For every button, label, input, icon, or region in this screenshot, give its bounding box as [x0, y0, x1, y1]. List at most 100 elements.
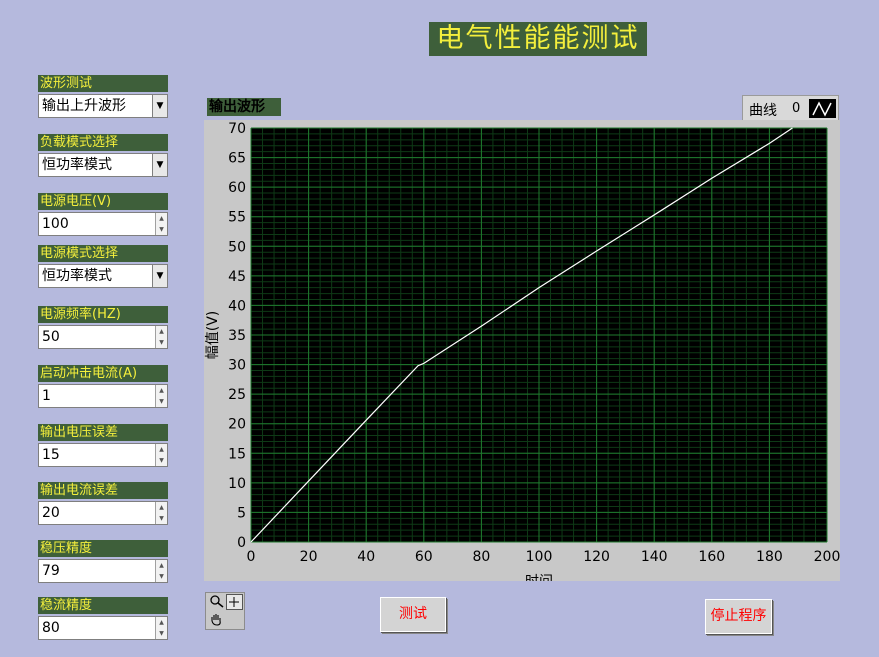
zoom-icon[interactable]	[208, 594, 225, 610]
stop-program-button[interactable]: 停止程序	[705, 599, 772, 634]
control-label: 电源频率(HZ)	[38, 306, 168, 323]
y-tick-label: 25	[228, 387, 246, 403]
control-value: 80	[42, 620, 60, 636]
control-1: 负载模式选择恒功率模式 ▼	[38, 134, 168, 177]
x-tick-label: 140	[641, 549, 668, 565]
control-label: 启动冲击电流(A)	[38, 365, 168, 382]
x-tick-label: 180	[756, 549, 783, 565]
waveform-graph[interactable]: 0 20 40 60 80 100 120 140 160 180 200 0 5 10 15 20 25 30 3…	[204, 120, 840, 581]
hand-icon[interactable]	[208, 612, 225, 628]
increment-decrement-spinner[interactable]: ▲ ▼	[155, 560, 167, 582]
control-6: 输出电压误差 15 ▲ ▼	[38, 424, 168, 467]
decrement-arrow-icon[interactable]: ▼	[156, 571, 167, 582]
numeric-input[interactable]: 80 ▲ ▼	[38, 616, 168, 640]
crosshair-icon[interactable]	[226, 594, 243, 610]
x-tick-label: 160	[698, 549, 725, 565]
y-tick-label: 5	[237, 505, 246, 521]
increment-decrement-spinner[interactable]: ▲ ▼	[155, 617, 167, 639]
decrement-arrow-icon[interactable]: ▼	[156, 396, 167, 407]
control-label: 输出电压误差	[38, 424, 168, 441]
numeric-input[interactable]: 20 ▲ ▼	[38, 501, 168, 525]
numeric-input[interactable]: 50 ▲ ▼	[38, 325, 168, 349]
dropdown-arrow-icon[interactable]: ▼	[152, 265, 167, 287]
increment-arrow-icon[interactable]: ▲	[156, 560, 167, 571]
x-tick-label: 100	[526, 549, 553, 565]
decrement-arrow-icon[interactable]: ▼	[156, 455, 167, 466]
y-tick-label: 45	[228, 269, 246, 285]
y-tick-label: 60	[228, 180, 246, 196]
control-value: 输出上升波形	[42, 98, 126, 114]
legend-name: 曲线	[749, 103, 777, 119]
x-tick-label: 20	[300, 549, 318, 565]
control-value: 100	[42, 216, 69, 232]
control-value: 79	[42, 563, 60, 579]
control-value: 20	[42, 505, 60, 521]
x-tick-label: 200	[814, 549, 840, 565]
y-tick-label: 40	[228, 298, 246, 314]
legend-line-swatch-icon	[809, 99, 836, 118]
y-tick-label: 30	[228, 358, 246, 374]
y-tick-label: 0	[237, 535, 246, 551]
numeric-input[interactable]: 100 ▲ ▼	[38, 212, 168, 236]
decrement-arrow-icon[interactable]: ▼	[156, 513, 167, 524]
increment-arrow-icon[interactable]: ▲	[156, 444, 167, 455]
y-tick-label: 70	[228, 121, 246, 137]
control-9: 稳流精度 80 ▲ ▼	[38, 597, 168, 640]
dropdown-arrow-icon[interactable]: ▼	[152, 95, 167, 117]
y-tick-label: 55	[228, 210, 246, 226]
control-5: 启动冲击电流(A) 1 ▲ ▼	[38, 365, 168, 408]
control-value: 50	[42, 329, 60, 345]
increment-arrow-icon[interactable]: ▲	[156, 385, 167, 396]
control-label: 电源电压(V)	[38, 193, 168, 210]
y-tick-label: 65	[228, 151, 246, 167]
increment-decrement-spinner[interactable]: ▲ ▼	[155, 213, 167, 235]
control-7: 输出电流误差 20 ▲ ▼	[38, 482, 168, 525]
decrement-arrow-icon[interactable]: ▼	[156, 224, 167, 235]
graph-tools-palette	[205, 592, 245, 630]
test-button[interactable]: 测试	[380, 597, 446, 632]
y-tick-label: 15	[228, 446, 246, 462]
y-tick-label: 10	[228, 476, 246, 492]
dropdown-arrow-icon[interactable]: ▼	[152, 154, 167, 176]
legend-index: 0	[792, 101, 801, 116]
x-axis-label: 时间	[525, 574, 553, 581]
x-tick-label: 60	[415, 549, 433, 565]
dropdown-select[interactable]: 输出上升波形 ▼	[38, 94, 168, 118]
control-4: 电源频率(HZ) 50 ▲ ▼	[38, 306, 168, 349]
control-value: 1	[42, 388, 51, 404]
x-tick-label: 0	[247, 549, 256, 565]
numeric-input[interactable]: 79 ▲ ▼	[38, 559, 168, 583]
increment-decrement-spinner[interactable]: ▲ ▼	[155, 502, 167, 524]
y-tick-label: 35	[228, 328, 246, 344]
x-tick-label: 120	[583, 549, 610, 565]
numeric-input[interactable]: 15 ▲ ▼	[38, 443, 168, 467]
y-tick-label: 20	[228, 417, 246, 433]
dropdown-select[interactable]: 恒功率模式 ▼	[38, 264, 168, 288]
plot-area: 0 20 40 60 80 100 120 140 160 180 200 0 5 10 15 20 25 30 3…	[205, 121, 840, 581]
x-tick-label: 40	[357, 549, 375, 565]
decrement-arrow-icon[interactable]: ▼	[156, 337, 167, 348]
control-value: 15	[42, 447, 60, 463]
increment-decrement-spinner[interactable]: ▲ ▼	[155, 326, 167, 348]
control-label: 负载模式选择	[38, 134, 168, 151]
control-label: 稳压精度	[38, 540, 168, 557]
increment-arrow-icon[interactable]: ▲	[156, 326, 167, 337]
control-label: 输出电流误差	[38, 482, 168, 499]
y-tick-label: 50	[228, 239, 246, 255]
numeric-input[interactable]: 1 ▲ ▼	[38, 384, 168, 408]
increment-arrow-icon[interactable]: ▲	[156, 213, 167, 224]
control-label: 稳流精度	[38, 597, 168, 614]
control-2: 电源电压(V) 100 ▲ ▼	[38, 193, 168, 236]
control-label: 电源模式选择	[38, 245, 168, 262]
y-axis-label: 幅值(V)	[205, 311, 221, 360]
control-value: 恒功率模式	[42, 268, 112, 284]
window-title: 电气性能能测试	[429, 22, 647, 56]
dropdown-select[interactable]: 恒功率模式 ▼	[38, 153, 168, 177]
x-tick-label: 80	[472, 549, 490, 565]
increment-decrement-spinner[interactable]: ▲ ▼	[155, 385, 167, 407]
increment-arrow-icon[interactable]: ▲	[156, 502, 167, 513]
increment-decrement-spinner[interactable]: ▲ ▼	[155, 444, 167, 466]
increment-arrow-icon[interactable]: ▲	[156, 617, 167, 628]
decrement-arrow-icon[interactable]: ▼	[156, 628, 167, 639]
plot-legend[interactable]: 曲线 0	[742, 95, 839, 122]
